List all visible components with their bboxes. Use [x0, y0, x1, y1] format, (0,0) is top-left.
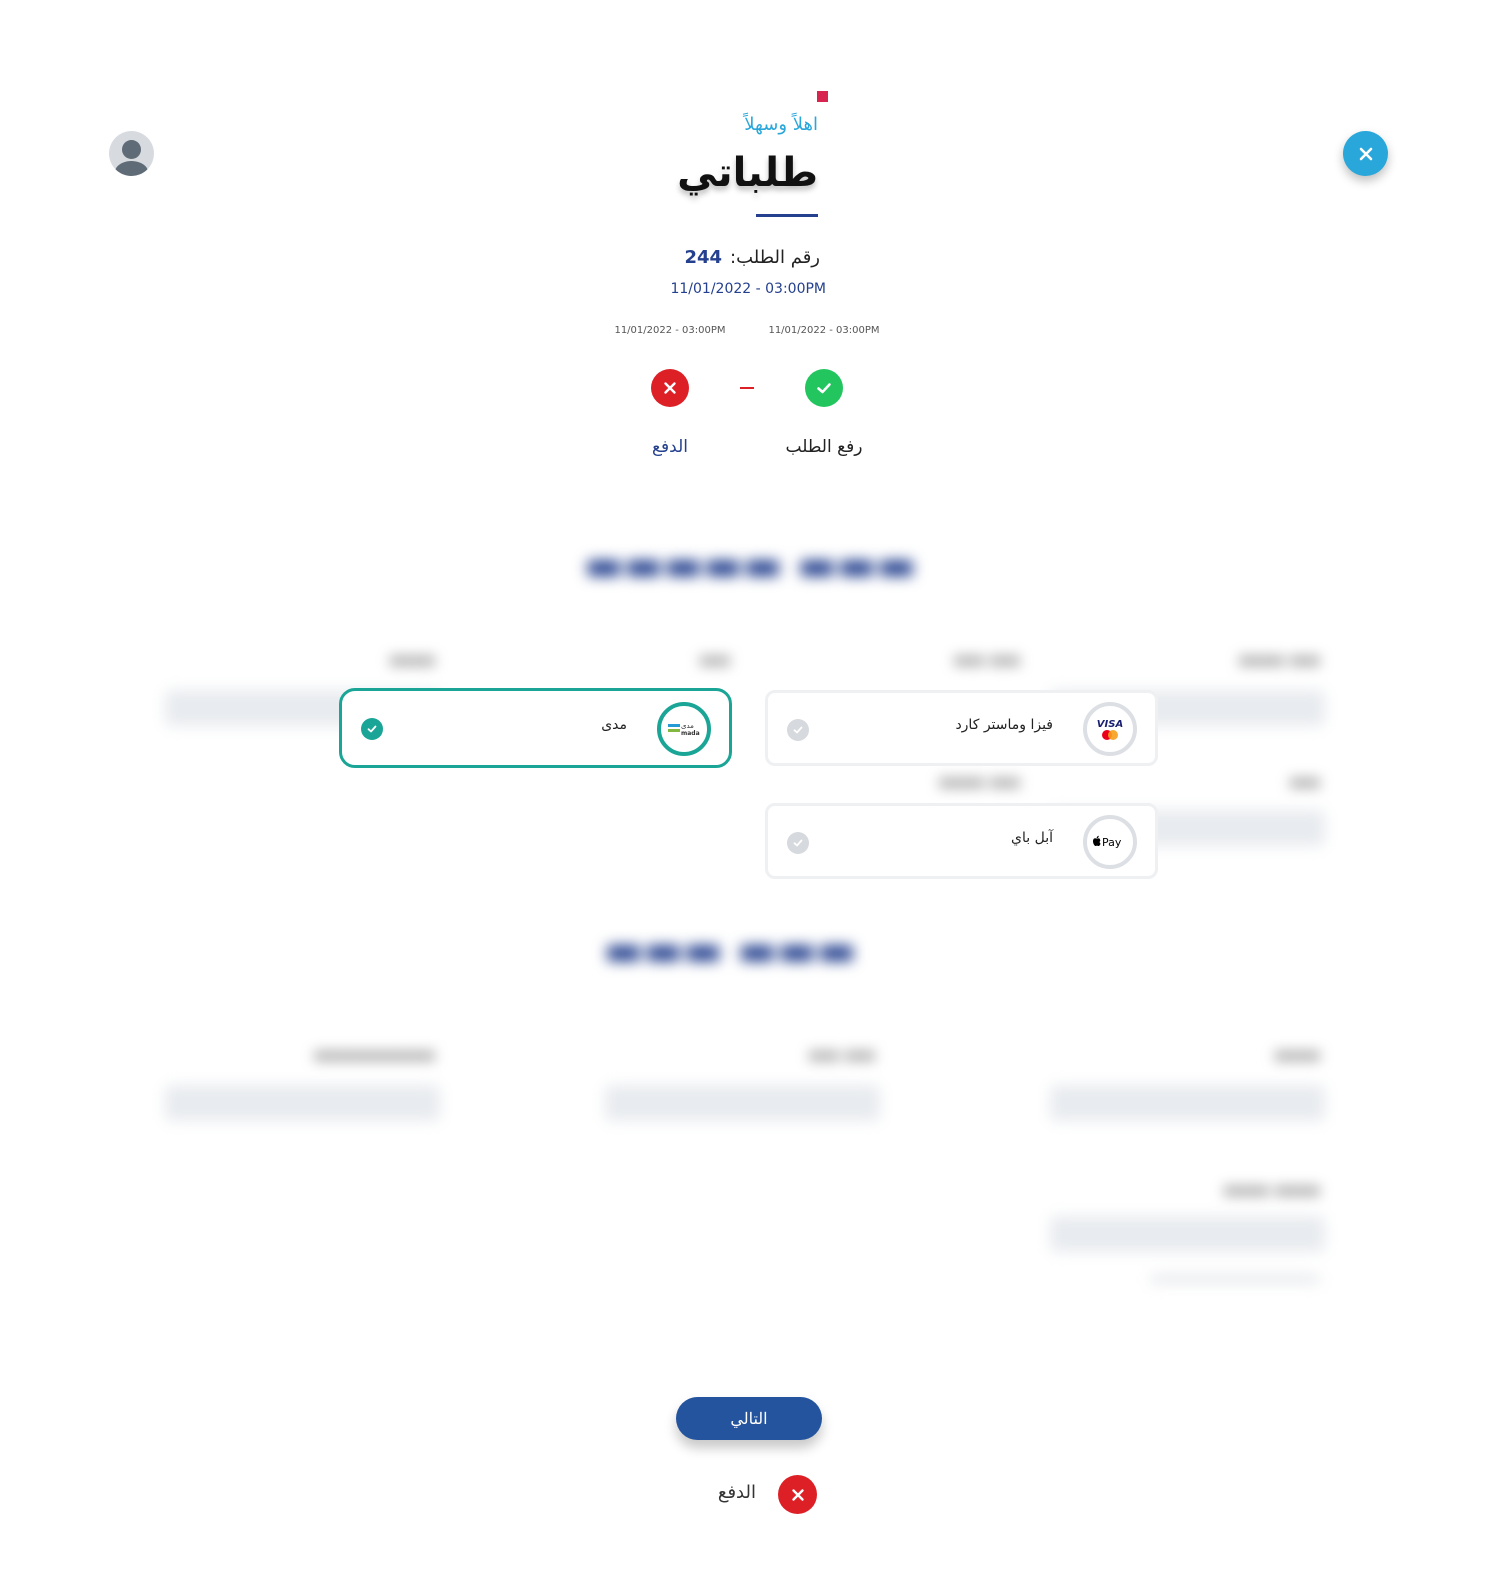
svg-text:مدى: مدى [681, 722, 694, 730]
step-date-payment: 11/01/2022 - 03:00PM [614, 325, 726, 336]
avatar[interactable] [109, 131, 154, 176]
greeting: اهلاً وسهلاً [744, 114, 818, 135]
blurred-heading: ▬▬▬ ▬▬▬ [603, 925, 857, 974]
payment-option-label: آبل باي [1011, 830, 1053, 846]
payment-option-label: فيزا وماستر كارد [955, 717, 1053, 733]
blurred-label: ▬▬▬ ▬▬ [938, 772, 1020, 791]
blurred-label: ▬▬ [699, 650, 730, 669]
mada-logo-text: mada [681, 730, 700, 737]
accent-square [817, 91, 828, 102]
close-icon [791, 1488, 804, 1501]
payment-option-apple-pay[interactable]: Pay آبل باي [765, 803, 1158, 879]
payment-option-visa[interactable]: VISA فيزا وماستر كارد [765, 690, 1158, 766]
payment-failed-indicator [778, 1475, 817, 1514]
payment-option-label: مدى [601, 717, 627, 733]
blurred-label: ▬▬▬ [389, 650, 435, 669]
blurred-label: ▬▬▬ ▬▬▬ [1223, 1180, 1320, 1199]
next-button[interactable]: التالي [676, 1397, 822, 1440]
close-button[interactable] [1343, 131, 1388, 176]
payment-option-mada[interactable]: مدى mada مدى [339, 688, 732, 768]
blurred-field [1050, 1085, 1325, 1121]
payment-status-label: الدفع [717, 1482, 756, 1503]
step-label-submit: رفع الطلب [785, 437, 863, 457]
svg-text:VISA: VISA [1097, 719, 1123, 730]
blurred-label: ▬▬▬ [1274, 1045, 1320, 1064]
radio-check-icon [787, 832, 809, 854]
order-number-row: رقم الطلب: 244 [600, 247, 820, 268]
title-underline [756, 214, 818, 217]
step-failed-indicator [651, 369, 689, 407]
close-icon [1359, 147, 1372, 160]
apple-pay-logo: Pay [1083, 815, 1137, 869]
blurred-field [605, 1085, 880, 1121]
blurred-field [1050, 1216, 1325, 1252]
mada-logo: مدى mada [657, 702, 711, 756]
blurred-label: ▬▬▬ ▬▬ [1238, 650, 1320, 669]
visa-mastercard-logo: VISA [1083, 702, 1137, 756]
order-number: 244 [684, 247, 723, 268]
step-label-payment: الدفع [651, 437, 688, 457]
blurred-background-form: ▬▬▬▬▬ ▬▬▬ ▬▬▬ ▬▬ ▬▬ ▬▬ ▬▬ ▬▬▬ ▬▬ ▬▬▬ ▬▬ … [0, 520, 1500, 1320]
blurred-field [165, 1085, 440, 1121]
blurred-label: ▬▬▬▬▬▬▬▬ [314, 1045, 435, 1064]
blurred-label: ▬▬ ▬▬ [953, 650, 1020, 669]
page-title: طلباتي [677, 150, 818, 196]
step-done-indicator [805, 369, 843, 407]
step-connector [740, 387, 754, 389]
order-datetime: 11/01/2022 - 03:00PM [670, 281, 826, 297]
close-icon [664, 382, 676, 394]
blurred-hint [1150, 1275, 1320, 1283]
apple-pay-logo-text: Pay [1102, 836, 1122, 849]
blurred-label: ▬▬ ▬▬ [808, 1045, 875, 1064]
selected-check-icon [361, 718, 383, 740]
check-icon [817, 383, 831, 394]
order-number-label: رقم الطلب: [730, 247, 820, 268]
step-date-submit: 11/01/2022 - 03:00PM [768, 325, 880, 336]
radio-check-icon [787, 719, 809, 741]
blurred-heading: ▬▬▬▬▬ ▬▬▬ [583, 540, 917, 589]
blurred-label: ▬▬ [1289, 772, 1320, 791]
